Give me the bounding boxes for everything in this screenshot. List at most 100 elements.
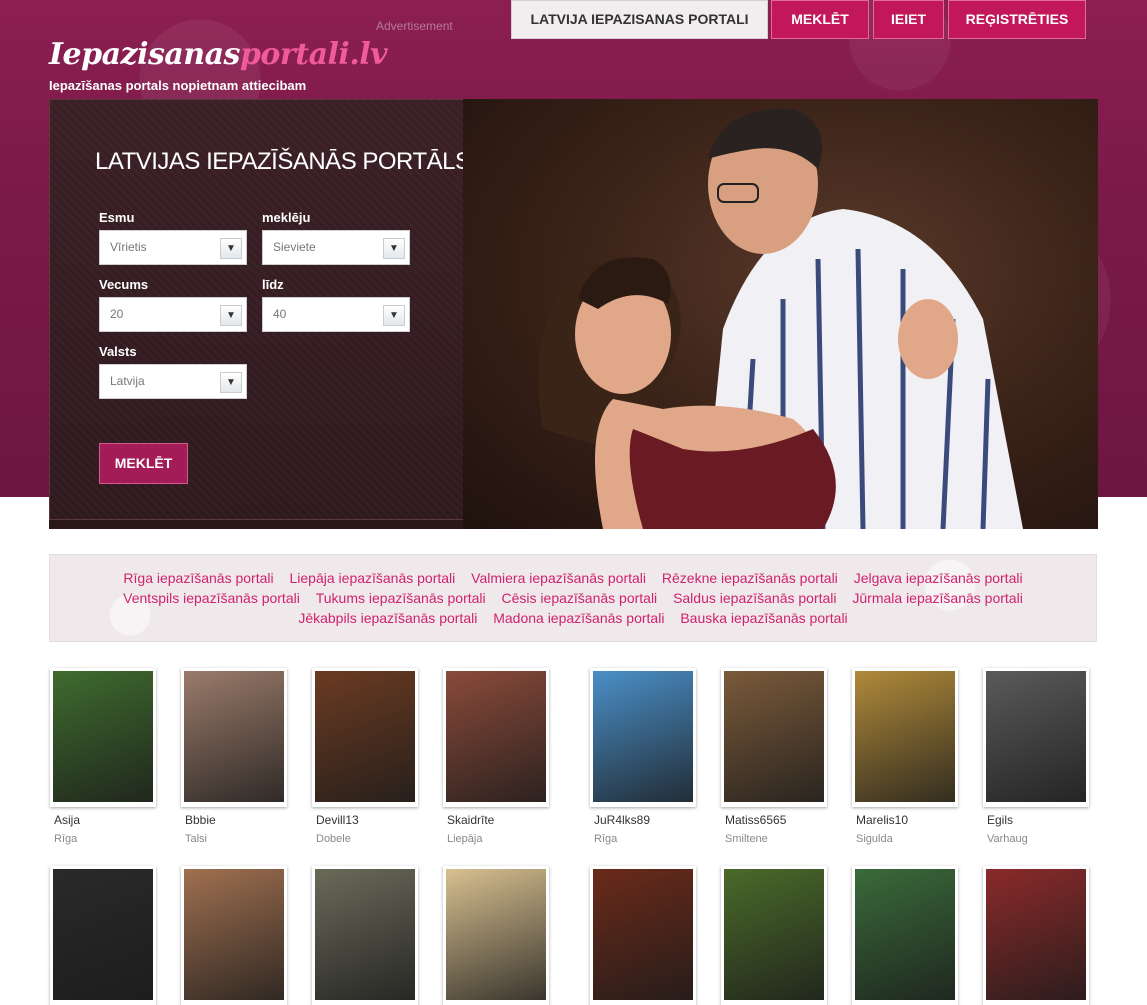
profile-city: Rīga bbox=[594, 833, 618, 845]
profile-image bbox=[446, 671, 546, 802]
city-link-madona[interactable]: Madona iepazīšanās portali bbox=[493, 610, 664, 626]
profile-name[interactable]: Bbbie bbox=[185, 813, 216, 827]
profile-photo[interactable] bbox=[983, 866, 1089, 1005]
city-link-ventspils[interactable]: Ventspils iepazīšanās portali bbox=[123, 590, 300, 606]
lidz-label: līdz bbox=[262, 277, 284, 292]
valsts-label: Valsts bbox=[99, 344, 137, 359]
nav-registreties[interactable]: REĢISTRĒTIES bbox=[948, 0, 1086, 39]
mekleju-label: meklēju bbox=[262, 210, 311, 225]
profile-photo[interactable] bbox=[852, 866, 958, 1005]
profile-image bbox=[315, 869, 415, 1000]
profile-photo[interactable] bbox=[181, 866, 287, 1005]
mekleju-value: Sieviete bbox=[273, 240, 316, 254]
profile-photo[interactable] bbox=[312, 668, 418, 807]
city-link-cesis[interactable]: Cēsis iepazīšanās portali bbox=[502, 590, 658, 606]
profile-city: Sigulda bbox=[856, 833, 893, 845]
tagline: Iepazīšanas portals nopietnam attiecibam bbox=[49, 78, 307, 93]
profile-image bbox=[593, 671, 693, 802]
hero-photo bbox=[463, 99, 1098, 529]
city-links: Rīga iepazīšanās portali Liepāja iepazīš… bbox=[49, 554, 1097, 642]
profile-name[interactable]: Matiss6565 bbox=[725, 813, 786, 827]
chevron-down-icon: ▼ bbox=[220, 372, 242, 393]
profile-city: Talsi bbox=[185, 833, 208, 845]
city-link-tukums[interactable]: Tukums iepazīšanās portali bbox=[316, 590, 486, 606]
profile-photo[interactable] bbox=[721, 668, 827, 807]
profile-name[interactable]: Asija bbox=[54, 813, 80, 827]
logo-part-1: Iepazisanas bbox=[49, 37, 240, 72]
city-link-valmiera[interactable]: Valmiera iepazīšanās portali bbox=[471, 570, 646, 586]
city-line-1: Rīga iepazīšanās portali Liepāja iepazīš… bbox=[50, 568, 1096, 588]
search-panel: LATVIJAS IEPAZĪŠANĀS PORTĀLS Esmu Vīriet… bbox=[49, 99, 471, 520]
profile-name[interactable]: Devill13 bbox=[316, 813, 359, 827]
vecums-select[interactable]: 20 ▼ bbox=[99, 297, 247, 332]
mekleju-select[interactable]: Sieviete ▼ bbox=[262, 230, 410, 265]
profile-image bbox=[53, 671, 153, 802]
city-link-rezekne[interactable]: Rēzekne iepazīšanās portali bbox=[662, 570, 838, 586]
profile-image bbox=[315, 671, 415, 802]
profile-image bbox=[53, 869, 153, 1000]
city-link-jurmala[interactable]: Jūrmala iepazīšanās portali bbox=[852, 590, 1022, 606]
city-line-2: Ventspils iepazīšanās portali Tukums iep… bbox=[50, 588, 1096, 608]
valsts-value: Latvija bbox=[110, 374, 145, 388]
profile-photo[interactable] bbox=[50, 668, 156, 807]
lidz-select[interactable]: 40 ▼ bbox=[262, 297, 410, 332]
valsts-select[interactable]: Latvija ▼ bbox=[99, 364, 247, 399]
profile-image bbox=[724, 869, 824, 1000]
city-link-jelgava[interactable]: Jelgava iepazīšanās portali bbox=[854, 570, 1023, 586]
esmu-label: Esmu bbox=[99, 210, 135, 225]
city-link-riga[interactable]: Rīga iepazīšanās portali bbox=[123, 570, 273, 586]
profile-photo[interactable] bbox=[50, 866, 156, 1005]
nav-latvija-portali[interactable]: LATVIJA IEPAZISANAS PORTALI bbox=[511, 0, 768, 39]
profile-name[interactable]: Marelis10 bbox=[856, 813, 908, 827]
vecums-value: 20 bbox=[110, 307, 124, 321]
lidz-value: 40 bbox=[273, 307, 287, 321]
site-logo[interactable]: Iepazisanasportali.lv bbox=[49, 37, 388, 72]
profile-image bbox=[986, 671, 1086, 802]
vecums-label: Vecums bbox=[99, 277, 149, 292]
profile-city: Smiltene bbox=[725, 833, 768, 845]
chevron-down-icon: ▼ bbox=[220, 238, 242, 259]
profile-photo[interactable] bbox=[590, 866, 696, 1005]
profile-name[interactable]: Skaidrīte bbox=[447, 813, 494, 827]
advertisement-label: Advertisement bbox=[376, 19, 453, 33]
profile-image bbox=[986, 869, 1086, 1000]
profile-photo[interactable] bbox=[443, 668, 549, 807]
city-line-3: Jēkabpils iepazīšanās portali Madona iep… bbox=[50, 608, 1096, 628]
profile-city: Rīga bbox=[54, 833, 78, 845]
profile-photo[interactable] bbox=[852, 668, 958, 807]
profile-photo[interactable] bbox=[181, 668, 287, 807]
profile-image bbox=[446, 869, 546, 1000]
profile-name[interactable]: Egils bbox=[987, 813, 1013, 827]
profile-photo[interactable] bbox=[443, 866, 549, 1005]
profile-photo[interactable] bbox=[590, 668, 696, 807]
city-link-bauska[interactable]: Bauska iepazīšanās portali bbox=[680, 610, 847, 626]
search-button[interactable]: MEKLĒT bbox=[99, 443, 188, 484]
esmu-select[interactable]: Vīrietis ▼ bbox=[99, 230, 247, 265]
esmu-value: Vīrietis bbox=[110, 240, 147, 254]
profile-image bbox=[184, 869, 284, 1000]
city-link-jekabpils[interactable]: Jēkabpils iepazīšanās portali bbox=[298, 610, 477, 626]
chevron-down-icon: ▼ bbox=[383, 238, 405, 259]
nav-meklet[interactable]: MEKLĒT bbox=[771, 0, 869, 39]
profile-city: Dobele bbox=[316, 833, 351, 845]
profile-image bbox=[855, 671, 955, 802]
profile-photo[interactable] bbox=[983, 668, 1089, 807]
nav-ieiet[interactable]: IEIET bbox=[873, 0, 944, 39]
profile-city: Liepāja bbox=[447, 833, 483, 845]
city-link-saldus[interactable]: Saldus iepazīšanās portali bbox=[673, 590, 836, 606]
panel-title: LATVIJAS IEPAZĪŠANĀS PORTĀLS bbox=[95, 148, 471, 175]
profile-image bbox=[184, 671, 284, 802]
profile-city: Varhaug bbox=[987, 833, 1028, 845]
profile-image bbox=[724, 671, 824, 802]
profile-image bbox=[593, 869, 693, 1000]
chevron-down-icon: ▼ bbox=[220, 305, 242, 326]
city-link-liepaja[interactable]: Liepāja iepazīšanās portali bbox=[290, 570, 456, 586]
profile-photo[interactable] bbox=[312, 866, 418, 1005]
logo-part-2: portali.lv bbox=[239, 37, 388, 72]
profile-name[interactable]: JuR4lks89 bbox=[594, 813, 650, 827]
profile-photo[interactable] bbox=[721, 866, 827, 1005]
chevron-down-icon: ▼ bbox=[383, 305, 405, 326]
profile-image bbox=[855, 869, 955, 1000]
hero: LATVIJAS IEPAZĪŠANĀS PORTĀLS Esmu Vīriet… bbox=[49, 99, 1098, 529]
couple-dancing-image bbox=[538, 108, 1023, 529]
